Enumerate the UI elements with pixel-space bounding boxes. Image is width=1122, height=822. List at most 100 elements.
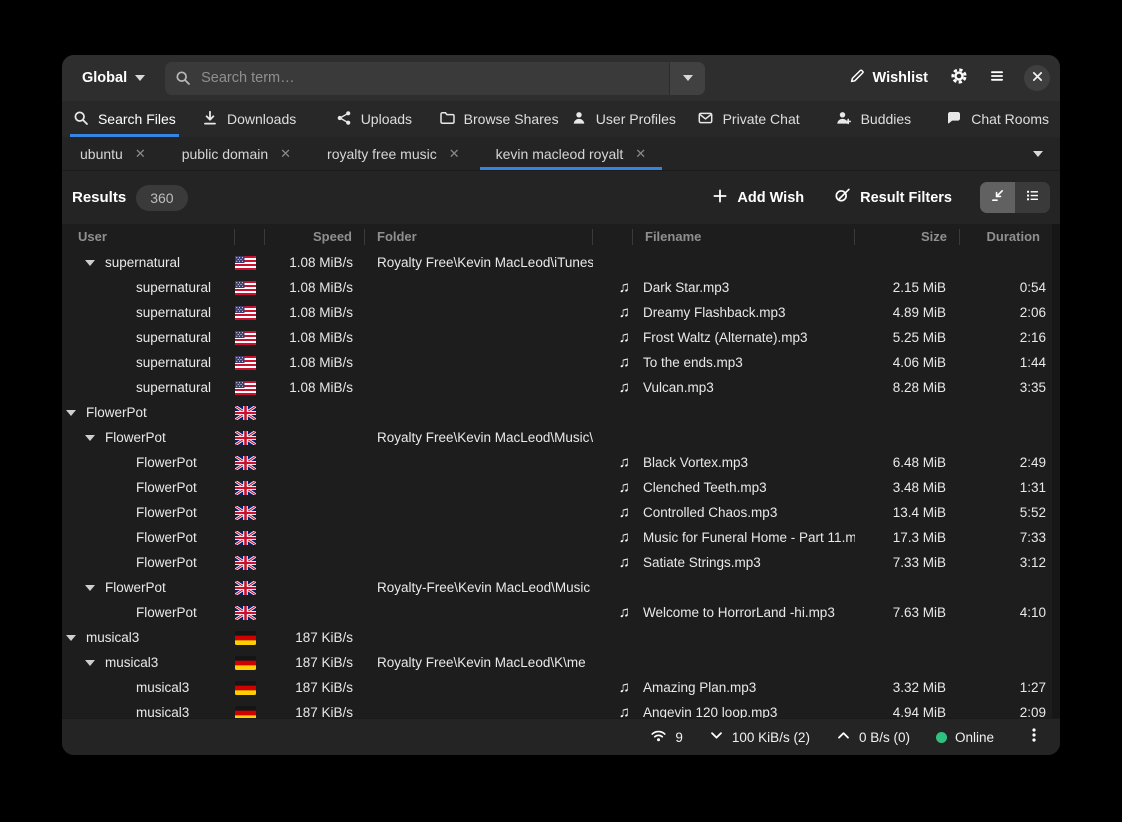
speed-value: 187 KiB/s [265, 630, 365, 645]
username: FlowerPot [136, 505, 197, 520]
country-flag-us [235, 356, 265, 370]
search-tabs-overflow-button[interactable] [1016, 137, 1060, 170]
file-duration: 5:52 [960, 505, 1052, 520]
search-scope-label: Global [82, 70, 127, 86]
result-row[interactable]: supernatural1.08 MiB/s♫Dark Star.mp32.15… [66, 275, 1052, 300]
result-row[interactable]: supernatural1.08 MiB/s♫To the ends.mp34.… [66, 350, 1052, 375]
connection-status[interactable]: Online [936, 730, 994, 745]
result-row[interactable]: FlowerPot [66, 400, 1052, 425]
result-row[interactable]: FlowerPot♫Controlled Chaos.mp313.4 MiB5:… [66, 500, 1052, 525]
result-row[interactable]: musical3187 KiB/sRoyalty Free\Kevin MacL… [66, 650, 1052, 675]
username: supernatural [136, 330, 211, 345]
wishlist-label: Wishlist [873, 70, 928, 86]
result-row[interactable]: musical3187 KiB/s♫Angevin 120 loop.mp34.… [66, 700, 1052, 718]
menu-button[interactable] [980, 62, 1014, 94]
expander-icon[interactable] [85, 585, 95, 591]
result-row[interactable]: FlowerPot♫Black Vortex.mp36.48 MiB2:49 [66, 450, 1052, 475]
search-mode-dropdown[interactable] [669, 62, 705, 95]
search-tab-public-domain[interactable]: public domain✕ [164, 137, 309, 170]
expander-icon[interactable] [85, 435, 95, 441]
result-row[interactable]: FlowerPotRoyalty Free\Kevin MacLeod\Musi… [66, 425, 1052, 450]
country-flag-gb [235, 581, 265, 595]
window-close-button[interactable] [1024, 65, 1050, 91]
search-scope-button[interactable]: Global [74, 64, 153, 92]
result-row[interactable]: FlowerPot♫Welcome to HorrorLand -hi.mp37… [66, 600, 1052, 625]
result-row[interactable]: supernatural1.08 MiB/s♫Frost Waltz (Alte… [66, 325, 1052, 350]
scrollbar-track[interactable] [1052, 224, 1060, 718]
result-row[interactable]: musical3187 KiB/s♫Amazing Plan.mp33.32 M… [66, 675, 1052, 700]
username: musical3 [136, 680, 189, 695]
close-tab-icon[interactable]: ✕ [635, 147, 646, 160]
folder-path: Royalty Free\Kevin MacLeod\iTunes [365, 255, 593, 270]
tab-buddies[interactable]: Buddies [811, 101, 936, 137]
tab-downloads[interactable]: Downloads [187, 101, 312, 137]
result-row[interactable]: supernatural1.08 MiB/s♫Dreamy Flashback.… [66, 300, 1052, 325]
file-size: 3.32 MiB [855, 680, 960, 695]
column-header-speed[interactable]: Speed [265, 229, 365, 245]
result-row[interactable]: supernatural1.08 MiB/sRoyalty Free\Kevin… [66, 250, 1052, 275]
tab-label: User Profiles [596, 111, 676, 127]
column-header-user[interactable]: User [66, 229, 235, 245]
tab-user-profiles[interactable]: User Profiles [561, 101, 686, 137]
column-header-size[interactable]: Size [855, 229, 960, 245]
column-header-country[interactable] [235, 229, 265, 245]
user-cell: FlowerPot [66, 605, 235, 620]
upload-rate-status[interactable]: 0 B/s (0) [836, 728, 910, 746]
close-tab-icon[interactable]: ✕ [280, 147, 291, 160]
wifi-icon [650, 728, 667, 746]
close-tab-icon[interactable]: ✕ [135, 147, 146, 160]
expander-icon[interactable] [66, 410, 76, 416]
column-header-fileicon[interactable] [593, 229, 633, 245]
result-row[interactable]: FlowerPotRoyalty-Free\Kevin MacLeod\Musi… [66, 575, 1052, 600]
music-note-icon: ♫ [593, 279, 633, 296]
column-header-folder[interactable]: Folder [365, 229, 593, 245]
file-duration: 3:35 [960, 380, 1052, 395]
file-size: 17.3 MiB [855, 530, 960, 545]
user-cell: FlowerPot [66, 455, 235, 470]
column-header-filename[interactable]: Filename [633, 229, 855, 245]
search-input[interactable] [199, 69, 669, 87]
tab-chat-rooms[interactable]: Chat Rooms [935, 101, 1060, 137]
person-icon [571, 110, 587, 129]
column-header-duration[interactable]: Duration [960, 229, 1052, 245]
username: supernatural [136, 280, 211, 295]
username: supernatural [105, 255, 180, 270]
tab-browse-shares[interactable]: Browse Shares [436, 101, 561, 137]
preferences-button[interactable] [942, 62, 976, 94]
expander-icon[interactable] [85, 260, 95, 266]
collapse-all-toggle[interactable] [980, 182, 1015, 213]
search-tab-kevin-macleod-royalt[interactable]: kevin macleod royalt✕ [478, 137, 665, 170]
search-tab-royalty-free-music[interactable]: royalty free music✕ [309, 137, 478, 170]
list-view-toggle[interactable] [1015, 182, 1050, 213]
close-tab-icon[interactable]: ✕ [449, 147, 460, 160]
search-tab-ubuntu[interactable]: ubuntu✕ [62, 137, 164, 170]
result-row[interactable]: FlowerPot♫Satiate Strings.mp37.33 MiB3:1… [66, 550, 1052, 575]
result-row[interactable]: musical3187 KiB/s [66, 625, 1052, 650]
file-size: 7.33 MiB [855, 555, 960, 570]
download-rate-status[interactable]: 100 KiB/s (2) [709, 728, 810, 746]
hamburger-icon [989, 68, 1005, 89]
expander-icon[interactable] [66, 635, 76, 641]
tab-search-files[interactable]: Search Files [62, 101, 187, 137]
country-flag-gb [235, 606, 265, 620]
add-wish-button[interactable]: Add Wish [702, 181, 814, 215]
wishlist-button[interactable]: Wishlist [839, 61, 938, 95]
result-row[interactable]: FlowerPot♫Clenched Teeth.mp33.48 MiB1:31 [66, 475, 1052, 500]
result-filters-button[interactable]: Result Filters [824, 180, 962, 215]
speed-value: 1.08 MiB/s [265, 330, 365, 345]
connections-status[interactable]: 9 [650, 728, 683, 746]
plus-icon [712, 188, 728, 208]
tab-uploads[interactable]: Uploads [312, 101, 437, 137]
tab-private-chat[interactable]: Private Chat [686, 101, 811, 137]
status-menu-button[interactable] [1020, 723, 1048, 751]
statusbar: 9 100 KiB/s (2) 0 B/s (0) Online [62, 718, 1060, 755]
speed-value: 1.08 MiB/s [265, 305, 365, 320]
username: FlowerPot [136, 480, 197, 495]
expander-icon[interactable] [85, 660, 95, 666]
result-row[interactable]: FlowerPot♫Music for Funeral Home - Part … [66, 525, 1052, 550]
person-add-icon [835, 110, 852, 129]
search-icon [73, 110, 89, 129]
country-flag-us [235, 306, 265, 320]
result-row[interactable]: supernatural1.08 MiB/s♫Vulcan.mp38.28 Mi… [66, 375, 1052, 400]
headerbar-actions: Wishlist [839, 61, 1050, 95]
